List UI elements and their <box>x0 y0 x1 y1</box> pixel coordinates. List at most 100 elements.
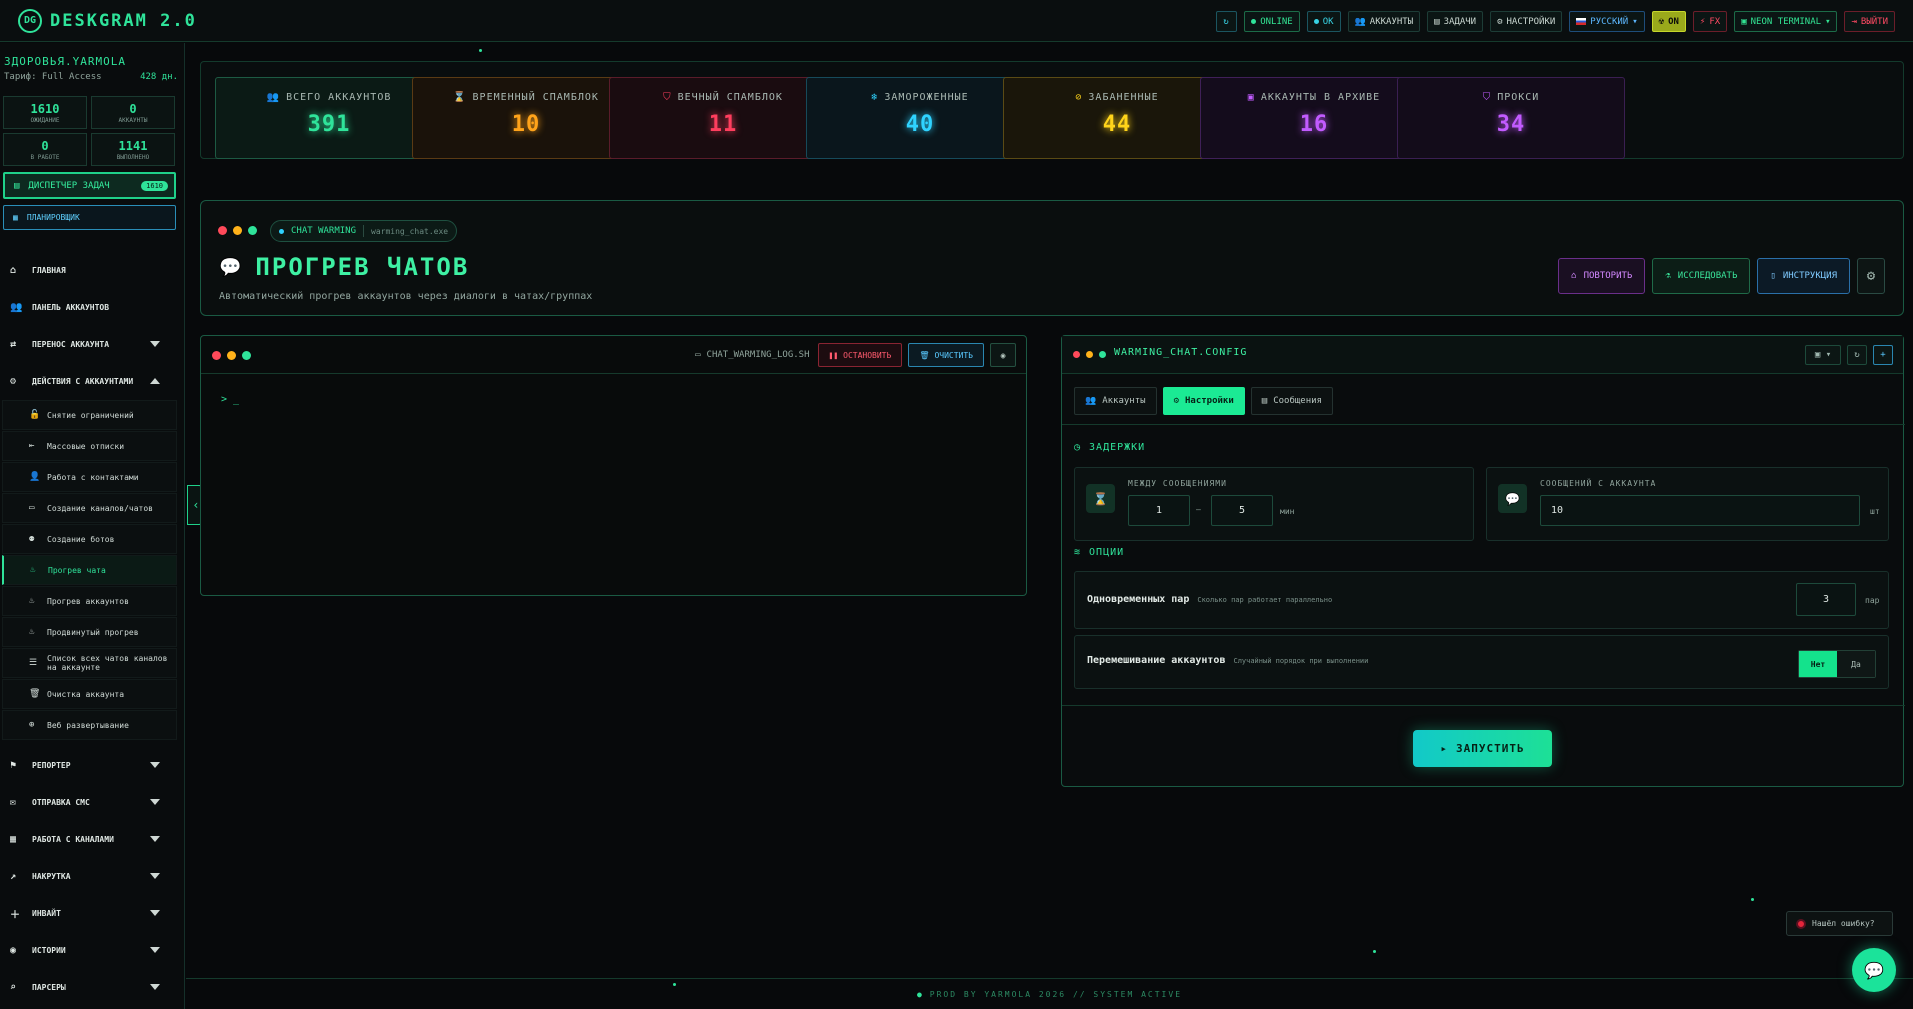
sub-menu-item[interactable]: ▭ Создание каналов/чатов <box>2 493 177 523</box>
divider <box>1062 705 1905 706</box>
radiation-icon: ☢ <box>1658 16 1665 27</box>
sub-menu-item[interactable]: ♨ Прогрев аккаунтов <box>2 586 177 616</box>
concurrent-pairs-input[interactable]: 3 <box>1796 583 1856 616</box>
shuffle-no-option[interactable]: Нет <box>1799 651 1837 677</box>
stat-value: 1610 <box>30 101 60 116</box>
chevron-down-icon <box>150 341 160 347</box>
chevron-up-icon <box>150 378 160 384</box>
task-count-badge: 1610 <box>141 180 168 191</box>
nav-item[interactable]: 👥 ПАНЕЛЬ АККАУНТОВ <box>0 289 184 326</box>
stop-button[interactable]: ❚❚ ОСТАНОВИТЬ <box>817 343 903 367</box>
messages-per-account-label: СООБЩЕНИЙ С АККАУНТА <box>1540 479 1657 488</box>
instructions-button[interactable]: ▯ ИНСТРУКЦИЯ <box>1757 258 1850 294</box>
nav-item[interactable]: ◉ ИСТОРИИ <box>0 932 184 969</box>
add-button[interactable]: + <box>1873 345 1893 365</box>
clear-button[interactable]: 🗑 ОЧИСТИТЬ <box>908 343 984 367</box>
nav-item[interactable]: ⚑ РЕПОРТЕР <box>0 747 184 784</box>
tab-accounts[interactable]: 👥 Аккаунты <box>1074 387 1157 415</box>
messages-per-account-input[interactable]: 10 <box>1540 495 1860 526</box>
users-icon: 👥 <box>10 302 23 313</box>
sub-menu-item[interactable]: 🗑 Очистка аккаунта <box>2 679 177 709</box>
stat-label: АККАУНТЫ <box>118 116 148 124</box>
fx-toggle[interactable]: ⚡ FX <box>1692 11 1728 32</box>
clock-icon: ◷ <box>1074 442 1082 453</box>
user-gear-icon: ⚙ <box>10 376 17 387</box>
sidebar-stat: 0 АККАУНТЫ <box>91 96 175 129</box>
home-icon: ⌂ <box>10 265 17 276</box>
footer: ● PROD BY YARMOLA 2026 // SYSTEM ACTIVE <box>186 978 1913 1009</box>
refresh-button[interactable]: ↻ <box>1216 11 1238 32</box>
stat-card-value: 34 <box>1496 112 1526 137</box>
tab-messages[interactable]: ▤ Сообщения <box>1250 387 1333 415</box>
shuffle-label-text: Перемешивание аккаунтов <box>1087 655 1226 666</box>
view-button[interactable]: ◉ <box>990 343 1016 367</box>
gear-icon: ⚙ <box>1866 268 1876 284</box>
between-messages-box: ⌛ МЕЖДУ СООБЩЕНИЯМИ 1 — 5 мин <box>1074 467 1474 541</box>
nav-item[interactable]: ＋ ИНВАЙТ <box>0 895 184 932</box>
logout-button[interactable]: ⇥ ВЫЙТИ <box>1844 11 1895 32</box>
sub-menu-item[interactable]: 👤 Работа с контактами <box>2 462 177 492</box>
app-logo[interactable]: DG DESKGRAM 2.0 <box>18 8 197 33</box>
terminal-prompt[interactable]: > _ <box>221 394 239 405</box>
language-select[interactable]: РУССКИЙ ▾ <box>1569 11 1645 32</box>
stat-card-label: ⌛ ВРЕМЕННЫЙ СПАМБЛОК <box>453 92 599 103</box>
sub-menu-item[interactable]: ⇤ Массовые отписки <box>2 431 177 461</box>
launch-button[interactable]: ▸ ЗАПУСТИТЬ <box>1413 730 1552 767</box>
explore-button[interactable]: ⚗ ИССЛЕДОВАТЬ <box>1652 258 1751 294</box>
menu-item-icon: 🔓 <box>29 410 41 420</box>
accounts-button[interactable]: 👥 АККАУНТЫ <box>1347 11 1421 32</box>
support-chat-button[interactable]: 💬 <box>1852 948 1896 992</box>
online-status[interactable]: ONLINE <box>1244 11 1300 32</box>
nav-item[interactable]: ⚙ ДЕЙСТВИЯ С АККАУНТАМИ <box>0 363 184 400</box>
sub-menu-item[interactable]: ☰ Список всех чатов каналов на аккаунте <box>2 648 177 678</box>
nav-item[interactable]: ⌂ ГЛАВНАЯ <box>0 252 184 289</box>
tasks-button[interactable]: ▤ ЗАДАЧИ <box>1427 11 1484 32</box>
sub-menu-item[interactable]: ⊕ Веб развертывание <box>2 710 177 740</box>
preset-dropdown[interactable]: ▣ ▾ <box>1805 345 1841 365</box>
scheduler-button[interactable]: ▦ ПЛАНИРОВЩИК <box>3 205 176 230</box>
nav-item[interactable]: ▦ РАБОТА С КАНАЛАМИ <box>0 821 184 858</box>
task-manager-button[interactable]: ▤ ДИСПЕТЧЕР ЗАДАЧ 1610 <box>3 172 176 199</box>
radiation-toggle[interactable]: ☢ ON <box>1651 11 1686 32</box>
stat-card-label-text: ВРЕМЕННЫЙ СПАМБЛОК <box>472 92 599 103</box>
sub-menu-item[interactable]: 🔓 Снятие ограничений <box>2 400 177 430</box>
menu-item-icon: ♨ <box>29 627 35 637</box>
config-header: WARMING_CHAT.CONFIG ▣ ▾ ↻ + <box>1062 336 1903 374</box>
tab-label: Настройки <box>1185 396 1234 406</box>
stat-card-label: ▣ АККАУНТЫ В АРХИВЕ <box>1248 92 1380 103</box>
invite-icon: ＋ <box>10 910 20 921</box>
sub-menu-item-label: Прогрев аккаунтов <box>47 596 129 606</box>
sub-menu-item[interactable]: ♨ Продвинутый прогрев <box>2 617 177 647</box>
nav-item[interactable]: ⇄ ПЕРЕНОС АККАУНТА <box>0 326 184 363</box>
config-toolbar: ▣ ▾ ↻ + <box>1805 345 1893 365</box>
explore-label: ИССЛЕДОВАТЬ <box>1677 271 1738 281</box>
reset-button[interactable]: ↻ <box>1847 345 1867 365</box>
menu-item-icon: ♨ <box>30 565 36 575</box>
settings-button[interactable]: ⚙ <box>1857 258 1885 294</box>
nav-item-label: РЕПОРТЕР <box>32 761 71 770</box>
tab-label: Аккаунты <box>1102 396 1146 406</box>
menu-item-icon: 👤 <box>29 472 41 482</box>
ok-status[interactable]: OK <box>1306 11 1341 32</box>
status-dot-icon <box>279 228 284 234</box>
delay-max-input[interactable]: 5 <box>1211 495 1273 526</box>
nav-item[interactable]: ↗ НАКРУТКА <box>0 858 184 895</box>
stat-card: ⊘ ЗАБАНЕННЫЕ 44 <box>1003 77 1231 159</box>
report-bug-button[interactable]: Нашёл ошибку? <box>1786 911 1893 936</box>
config-title: WARMING_CHAT.CONFIG <box>1114 347 1248 358</box>
sub-menu-item[interactable]: ⚉ Создание ботов <box>2 524 177 554</box>
sidebar-stat: 1141 ВЫПОЛНЕНО <box>91 133 175 166</box>
theme-select[interactable]: ▣ NEON TERMINAL ▾ <box>1734 11 1838 32</box>
menu-item-icon: ⊕ <box>29 720 35 730</box>
sub-menu-item[interactable]: ♨ Прогрев чата <box>2 555 177 585</box>
stat-label: В РАБОТЕ <box>30 153 60 161</box>
delay-min-input[interactable]: 1 <box>1128 495 1190 526</box>
nav-item[interactable]: ✉ ОТПРАВКА СМС <box>0 784 184 821</box>
shuffle-yes-option[interactable]: Да <box>1837 651 1875 677</box>
settings-button[interactable]: ⚙ НАСТРОЙКИ <box>1490 11 1563 32</box>
repeat-button[interactable]: ⌂ ПОВТОРИТЬ <box>1558 258 1646 294</box>
tab-settings[interactable]: ⚙ Настройки <box>1162 387 1245 415</box>
terminal-icon: ▣ <box>1741 16 1747 27</box>
nav-item[interactable]: ⌕ ПАРСЕРЫ <box>0 969 184 1006</box>
username: ЗДОРОВЬЯ.YARMOLA <box>4 55 126 68</box>
